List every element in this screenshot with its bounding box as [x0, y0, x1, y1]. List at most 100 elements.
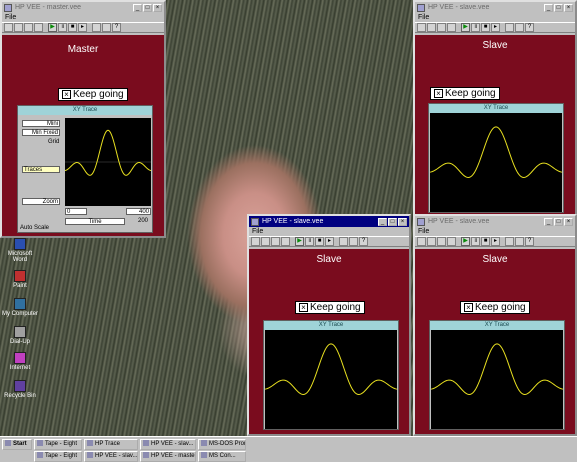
- print-icon[interactable]: [281, 237, 290, 246]
- taskbar-button[interactable]: MS Con...: [198, 451, 246, 462]
- taskbar-button[interactable]: Tape - Eight: [34, 439, 82, 450]
- pause-icon[interactable]: ॥: [471, 237, 480, 246]
- slave-window-top[interactable]: HP VEE - slave.vee _ □ × File ▶ ॥ ■ ▸ ? …: [413, 0, 577, 218]
- panel-view-icon[interactable]: [339, 237, 348, 246]
- taskbar-button[interactable]: HP VEE - slav...: [140, 439, 196, 450]
- menu-file[interactable]: File: [249, 227, 409, 236]
- detail-view-icon[interactable]: [515, 237, 524, 246]
- print-icon[interactable]: [34, 23, 43, 32]
- run-icon[interactable]: ▶: [461, 237, 470, 246]
- print-icon[interactable]: [447, 237, 456, 246]
- new-icon[interactable]: [4, 23, 13, 32]
- stop-icon[interactable]: ■: [481, 23, 490, 32]
- scale-min-field[interactable]: 0: [65, 208, 87, 215]
- xy-trace-graph: XY Trace: [429, 320, 565, 430]
- control-field-zoom[interactable]: Zoom: [22, 198, 60, 205]
- master-titlebar[interactable]: HP VEE - master.vee _ □ ×: [2, 2, 164, 13]
- desktop-icon-word[interactable]: Microsoft Word: [0, 238, 40, 263]
- master-window[interactable]: HP VEE - master.vee _ □ × File ▶ ॥ ■ ▸ ?…: [0, 0, 166, 238]
- panel-title: Slave: [316, 254, 342, 265]
- taskbar-button[interactable]: HP VEE - slav...: [84, 451, 138, 462]
- run-icon[interactable]: ▶: [48, 23, 57, 32]
- new-icon[interactable]: [417, 237, 426, 246]
- slave-titlebar[interactable]: HP VEE - slave.vee _ □ ×: [415, 2, 575, 13]
- slave-window-middle[interactable]: HP VEE - slave.vee _ □ × File ▶ ॥ ■ ▸ ? …: [247, 214, 411, 436]
- panel-view-icon[interactable]: [505, 23, 514, 32]
- x-label-field[interactable]: Time: [65, 218, 125, 225]
- maximize-button[interactable]: □: [554, 3, 563, 12]
- detail-view-icon[interactable]: [102, 23, 111, 32]
- keep-going-checkbox[interactable]: × Keep going: [58, 88, 128, 101]
- scale-max-field[interactable]: 400: [126, 208, 151, 215]
- minimize-button[interactable]: _: [544, 217, 553, 226]
- stop-icon[interactable]: ■: [481, 237, 490, 246]
- taskbar-button[interactable]: HP VEE - maste...: [140, 451, 196, 462]
- keep-going-checkbox[interactable]: × Keep going: [460, 301, 530, 314]
- desktop-icon-dialup[interactable]: Dial-Up: [0, 326, 40, 345]
- taskbar-button[interactable]: Tape - Eight: [34, 451, 82, 462]
- close-button[interactable]: ×: [398, 217, 407, 226]
- menu-file[interactable]: File: [415, 227, 575, 236]
- panel-view-icon[interactable]: [505, 237, 514, 246]
- stop-icon[interactable]: ■: [68, 23, 77, 32]
- minimize-button[interactable]: _: [133, 3, 142, 12]
- detail-view-icon[interactable]: [349, 237, 358, 246]
- help-icon[interactable]: ?: [525, 23, 534, 32]
- open-icon[interactable]: [427, 23, 436, 32]
- start-button[interactable]: Start: [2, 439, 32, 450]
- keep-going-checkbox[interactable]: × Keep going: [295, 301, 365, 314]
- control-field-2[interactable]: Min Fixed: [22, 129, 60, 136]
- pause-icon[interactable]: ॥: [58, 23, 67, 32]
- minimize-button[interactable]: _: [378, 217, 387, 226]
- new-icon[interactable]: [251, 237, 260, 246]
- minimize-button[interactable]: _: [544, 3, 553, 12]
- close-button[interactable]: ×: [153, 3, 162, 12]
- menu-file[interactable]: File: [415, 13, 575, 22]
- save-icon[interactable]: [437, 23, 446, 32]
- help-icon[interactable]: ?: [525, 237, 534, 246]
- run-icon[interactable]: ▶: [461, 23, 470, 32]
- window-title: HP VEE - slave.vee: [428, 218, 490, 225]
- desktop-icon-paint[interactable]: Paint: [0, 270, 40, 289]
- close-button[interactable]: ×: [564, 217, 573, 226]
- desktop-icon-recycle-bin[interactable]: Recycle Bin: [0, 380, 40, 399]
- step-icon[interactable]: ▸: [491, 237, 500, 246]
- slave-titlebar[interactable]: HP VEE - slave.vee _ □ ×: [249, 216, 409, 227]
- desktop-icon-my-computer[interactable]: My Computer: [0, 298, 40, 317]
- close-button[interactable]: ×: [564, 3, 573, 12]
- save-icon[interactable]: [271, 237, 280, 246]
- open-icon[interactable]: [427, 237, 436, 246]
- control-field-1[interactable]: Mini: [22, 120, 60, 127]
- step-icon[interactable]: ▸: [78, 23, 87, 32]
- maximize-button[interactable]: □: [143, 3, 152, 12]
- menu-file[interactable]: File: [2, 13, 164, 22]
- save-icon[interactable]: [437, 237, 446, 246]
- detail-view-icon[interactable]: [515, 23, 524, 32]
- taskbar-button[interactable]: MS-DOS Prompt: [198, 439, 246, 450]
- stop-icon[interactable]: ■: [315, 237, 324, 246]
- control-field-traces[interactable]: Traces: [22, 166, 60, 173]
- slave-titlebar[interactable]: HP VEE - slave.vee _ □ ×: [415, 216, 575, 227]
- toolbar-separator: [501, 237, 504, 246]
- panel-view-icon[interactable]: [92, 23, 101, 32]
- checkbox-checked-icon: ×: [299, 303, 308, 312]
- pause-icon[interactable]: ॥: [305, 237, 314, 246]
- open-icon[interactable]: [261, 237, 270, 246]
- desktop-icon-internet[interactable]: Internet: [0, 352, 40, 371]
- open-icon[interactable]: [14, 23, 23, 32]
- run-icon[interactable]: ▶: [295, 237, 304, 246]
- help-icon[interactable]: ?: [112, 23, 121, 32]
- print-icon[interactable]: [447, 23, 456, 32]
- save-icon[interactable]: [24, 23, 33, 32]
- step-icon[interactable]: ▸: [325, 237, 334, 246]
- auto-scale-label[interactable]: Auto Scale: [20, 225, 49, 231]
- keep-going-checkbox[interactable]: × Keep going: [430, 87, 500, 100]
- taskbar-button[interactable]: HP Trace: [84, 439, 138, 450]
- maximize-button[interactable]: □: [554, 217, 563, 226]
- help-icon[interactable]: ?: [359, 237, 368, 246]
- pause-icon[interactable]: ॥: [471, 23, 480, 32]
- new-icon[interactable]: [417, 23, 426, 32]
- maximize-button[interactable]: □: [388, 217, 397, 226]
- slave-window-bottom[interactable]: HP VEE - slave.vee _ □ × File ▶ ॥ ■ ▸ ? …: [413, 214, 577, 436]
- step-icon[interactable]: ▸: [491, 23, 500, 32]
